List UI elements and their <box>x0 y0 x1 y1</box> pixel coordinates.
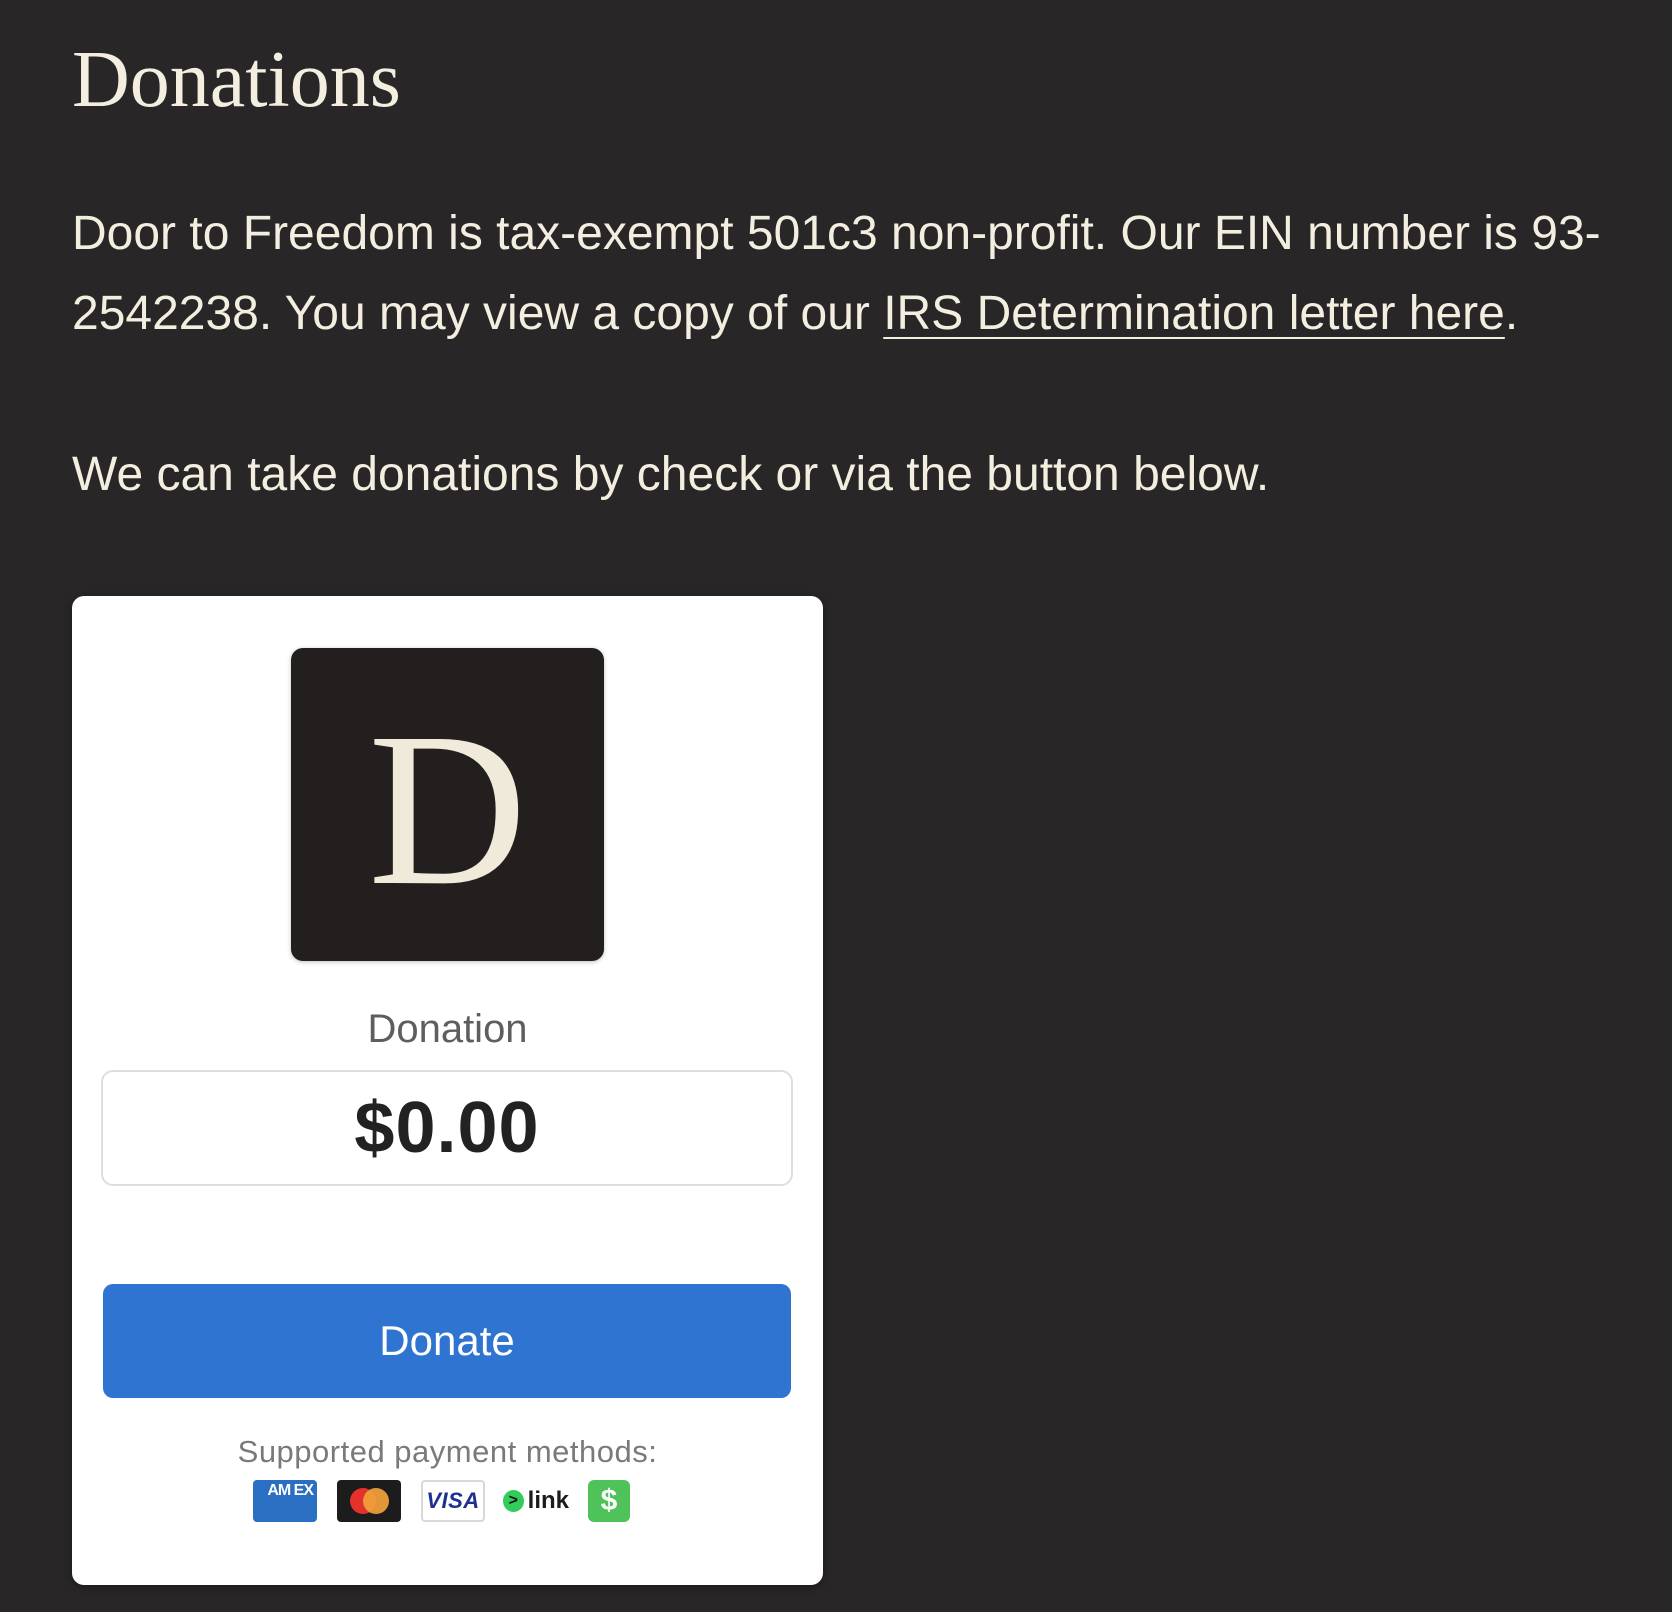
tax-exempt-info: Door to Freedom is tax-exempt 501c3 non-… <box>72 194 1662 354</box>
visa-icon: VISA <box>421 1480 485 1522</box>
irs-letter-link[interactable]: IRS Determination letter here <box>883 287 1505 340</box>
page-title: Donations <box>72 36 401 124</box>
amex-icon: AM EX <box>253 1480 317 1522</box>
payment-methods-label: Supported payment methods: <box>237 1434 658 1469</box>
link-icon: > link <box>503 1480 569 1522</box>
intro-end: . <box>1504 287 1519 340</box>
organization-logo: D <box>291 648 604 961</box>
donation-methods-text: We can take donations by check or via th… <box>72 448 1270 501</box>
product-name: Donation <box>367 1007 528 1051</box>
donation-card: D Donation $0.00 Donate Supported paymen… <box>72 596 823 1585</box>
amex-label: AM EX <box>267 1482 314 1499</box>
cashapp-icon: $ <box>588 1480 630 1522</box>
visa-label: VISA <box>426 1488 480 1513</box>
amount-value: $0.00 <box>354 1088 540 1168</box>
donate-button[interactable]: Donate <box>103 1284 791 1398</box>
link-label: link <box>527 1487 569 1514</box>
payment-methods-row: AM EX VISA > link $ <box>253 1480 643 1524</box>
mastercard-orange-circle <box>363 1488 389 1514</box>
logo-letter: D <box>368 686 527 931</box>
amount-input[interactable]: $0.00 <box>101 1070 793 1186</box>
mastercard-icon <box>337 1480 401 1522</box>
link-arrow-icon: > <box>503 1490 524 1512</box>
